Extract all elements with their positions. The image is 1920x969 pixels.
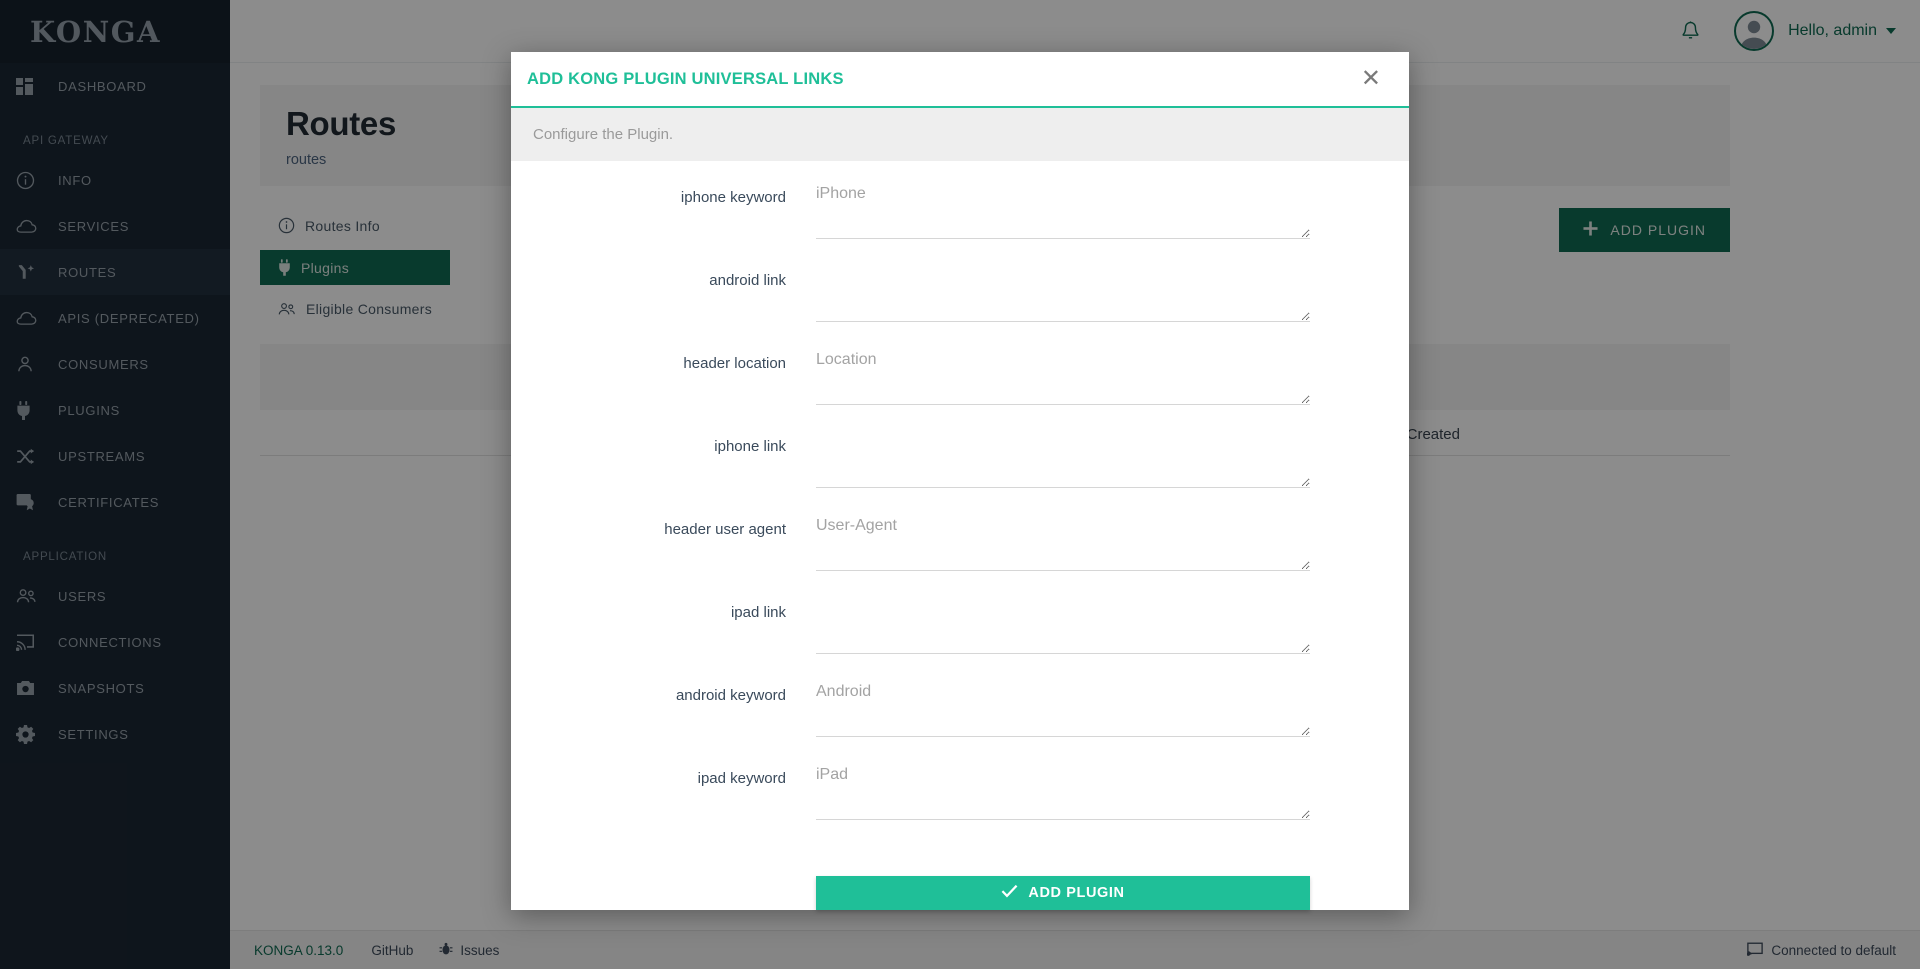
modal-footer: ADD PLUGIN: [511, 870, 1409, 910]
field-label: header location: [683, 355, 786, 372]
field-control: [816, 598, 1319, 654]
field-control: [816, 764, 1319, 820]
close-icon[interactable]: ✕: [1355, 63, 1387, 95]
field-control: [816, 432, 1319, 488]
header-user-agent-input[interactable]: [816, 515, 1310, 571]
field-label: android link: [709, 272, 786, 289]
field-row-ipad-keyword: ipad keyword: [511, 764, 1319, 847]
iphone-link-input[interactable]: [816, 432, 1310, 488]
field-row-iphone-keyword: iphone keyword: [511, 183, 1319, 266]
field-label: android keyword: [675, 687, 786, 704]
modal-title: ADD KONG PLUGIN UNIVERSAL LINKS: [527, 69, 844, 88]
field-control: [816, 183, 1319, 239]
ipad-keyword-input[interactable]: [816, 764, 1310, 820]
add-plugin-modal: ADD KONG PLUGIN UNIVERSAL LINKS ✕ Config…: [511, 52, 1409, 910]
field-row-iphone-link: iphone link: [511, 432, 1319, 515]
field-row-ipad-link: ipad link: [511, 598, 1319, 681]
field-row-header-location: header location: [511, 349, 1319, 432]
field-row-android-link: android link: [511, 266, 1319, 349]
field-control: [816, 681, 1319, 737]
submit-button-label: ADD PLUGIN: [1028, 885, 1125, 901]
field-row-header-user-agent: header user agent: [511, 515, 1319, 598]
field-control: [816, 349, 1319, 405]
field-row-android-keyword: android keyword: [511, 681, 1319, 764]
field-label: iphone link: [714, 438, 786, 455]
field-label: ipad link: [730, 604, 786, 621]
modal-subtitle: Configure the Plugin.: [511, 108, 1409, 161]
android-link-input[interactable]: [816, 266, 1310, 322]
field-label: ipad keyword: [697, 770, 786, 787]
header-location-input[interactable]: [816, 349, 1310, 405]
field-label: iphone keyword: [680, 189, 786, 206]
field-control: [816, 266, 1319, 322]
ipad-link-input[interactable]: [816, 598, 1310, 654]
modal-body: iphone keyword android link header locat…: [511, 161, 1409, 870]
iphone-keyword-input[interactable]: [816, 183, 1310, 239]
submit-add-plugin-button[interactable]: ADD PLUGIN: [816, 876, 1310, 910]
check-icon: [1001, 884, 1018, 902]
android-keyword-input[interactable]: [816, 681, 1310, 737]
modal-header: ADD KONG PLUGIN UNIVERSAL LINKS ✕: [511, 52, 1409, 108]
field-label: header user agent: [664, 521, 786, 538]
field-control: [816, 515, 1319, 571]
